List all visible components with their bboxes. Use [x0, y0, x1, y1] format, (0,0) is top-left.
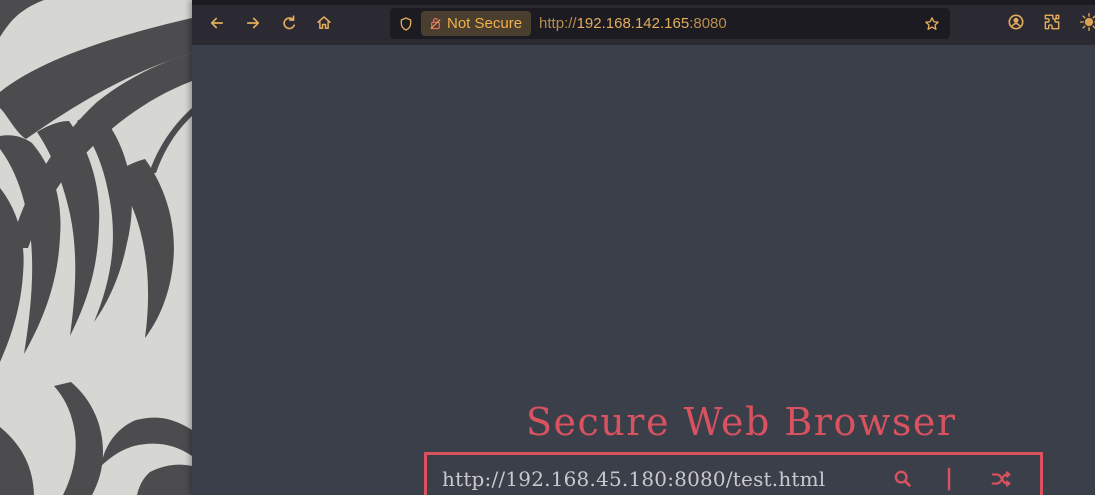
url-port: :8080 [689, 15, 727, 32]
url-scheme: http:// [539, 15, 577, 32]
desktop-wallpaper [0, 0, 192, 495]
url-input[interactable] [442, 466, 862, 492]
bookmark-button[interactable] [922, 14, 942, 34]
home-button[interactable] [311, 10, 337, 36]
account-button[interactable] [1005, 11, 1027, 33]
shuffle-icon [991, 471, 1011, 487]
account-icon [1008, 14, 1024, 30]
url-host: 192.168.142.165 [576, 15, 690, 32]
security-label: Not Secure [447, 15, 523, 32]
extra-extension-button[interactable] [1078, 11, 1095, 33]
search-icon [894, 470, 911, 487]
reload-icon [283, 15, 296, 30]
extensions-button[interactable] [1041, 11, 1063, 33]
browser-window: Not Secure http://192.168.142.165:8080 S… [192, 0, 1095, 495]
shield-icon [400, 16, 412, 31]
sun-icon [1080, 13, 1095, 31]
wallpaper-leaf-pattern-icon [0, 0, 192, 495]
security-indicator[interactable]: Not Secure [421, 11, 532, 36]
star-icon [925, 17, 939, 30]
screen: Not Secure http://192.168.142.165:8080 S… [0, 0, 1095, 495]
forward-button[interactable] [240, 10, 266, 36]
forward-arrow-icon [246, 17, 260, 29]
url-text[interactable]: http://192.168.142.165:8080 [539, 15, 727, 32]
puzzle-icon [1044, 14, 1060, 30]
divider-glyph: | [944, 466, 954, 491]
back-button[interactable] [204, 10, 230, 36]
home-icon [317, 16, 331, 29]
reload-button[interactable] [276, 10, 302, 36]
shuffle-button[interactable] [987, 465, 1015, 493]
web-page: Secure Web Browser | [192, 45, 1095, 495]
window-top-strip [192, 0, 1095, 5]
url-search-box: | [424, 452, 1043, 495]
page-title: Secure Web Browser [526, 400, 957, 444]
search-button[interactable] [889, 465, 917, 493]
broken-lock-icon [430, 17, 441, 30]
address-bar[interactable]: Not Secure http://192.168.142.165:8080 [390, 8, 950, 39]
back-arrow-icon [210, 17, 224, 29]
tracking-protection-button[interactable] [393, 8, 419, 39]
browser-toolbar: Not Secure http://192.168.142.165:8080 [192, 0, 1095, 45]
